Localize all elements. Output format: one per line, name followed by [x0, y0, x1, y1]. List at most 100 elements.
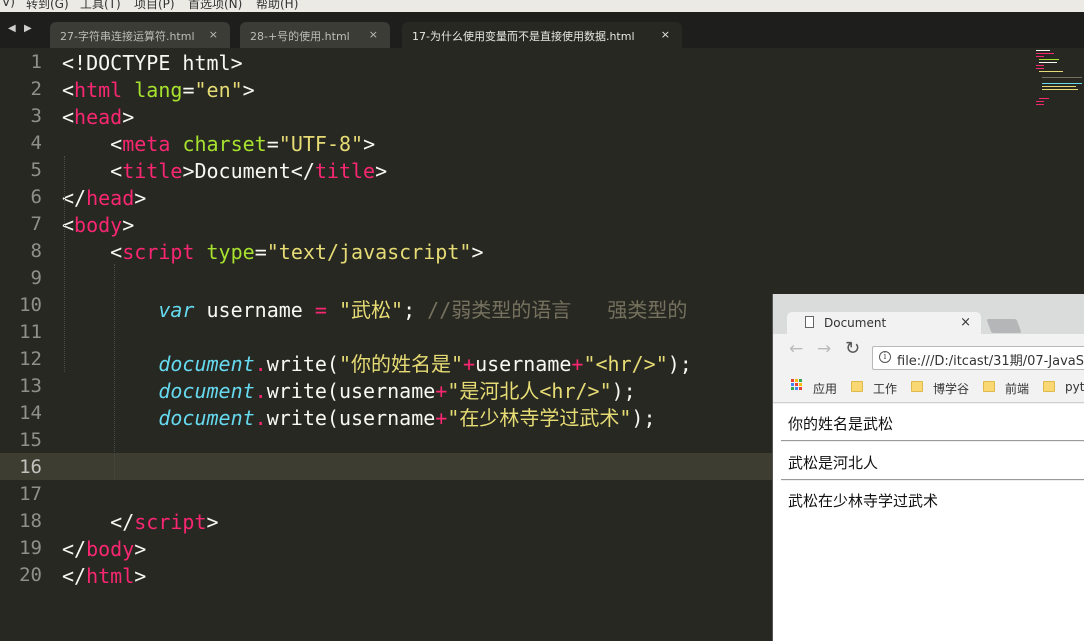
- line-number: 3: [30, 105, 42, 127]
- line-code: </body>: [62, 537, 146, 561]
- code-token: =: [266, 132, 279, 156]
- folder-icon: [911, 381, 923, 392]
- code-token: charset: [182, 132, 267, 156]
- code-token: >: [206, 510, 219, 534]
- code-line[interactable]: 8 <script type="text/javascript">: [0, 237, 1084, 264]
- close-icon[interactable]: ×: [209, 28, 218, 41]
- code-token: >: [134, 537, 147, 561]
- horizontal-rule: [781, 479, 1084, 481]
- code-token: >: [134, 564, 147, 588]
- line-code: </script>: [62, 510, 219, 534]
- bookmark-apps[interactable]: 应用: [813, 380, 837, 397]
- browser-tab-strip: Document ×: [773, 294, 1084, 334]
- code-line[interactable]: 6 </head>: [0, 183, 1084, 210]
- code-token: >: [122, 105, 135, 129]
- document-icon: [805, 316, 814, 328]
- back-arrow-icon[interactable]: ←: [789, 339, 803, 359]
- code-token: html: [74, 78, 123, 102]
- code-token: body: [86, 537, 135, 561]
- code-token: type: [206, 240, 255, 264]
- line-number: 15: [19, 429, 42, 451]
- bookmark-python[interactable]: pyt: [1065, 380, 1084, 394]
- code-token: >: [242, 78, 255, 102]
- output-line: 你的姓名是武松: [788, 415, 894, 433]
- line-number: 9: [30, 267, 42, 289]
- bookmark-boxuegu[interactable]: 博学谷: [933, 380, 969, 397]
- line-number: 13: [19, 375, 42, 397]
- code-line[interactable]: 7 <body>: [0, 210, 1084, 237]
- code-token: </: [62, 564, 87, 588]
- menu-item-help[interactable]: 帮助(H): [256, 0, 298, 12]
- folder-icon: [851, 381, 863, 392]
- code-line[interactable]: 5 <title>Document</title>: [0, 156, 1084, 183]
- tab-plus-usage[interactable]: 28-+号的使用.html ×: [240, 22, 390, 48]
- code-token: =: [182, 78, 195, 102]
- line-number: 10: [19, 294, 42, 316]
- line-code: <meta charset="UTF-8">: [62, 132, 375, 156]
- apps-grid-icon: [791, 379, 803, 391]
- tab-string-concat[interactable]: 27-字符串连接运算符.html ×: [50, 22, 230, 48]
- tab-next-icon[interactable]: ▶: [24, 23, 32, 34]
- output-line: 武松是河北人: [788, 454, 879, 472]
- close-icon[interactable]: ×: [661, 28, 670, 41]
- line-number: 7: [30, 213, 42, 235]
- bookmark-frontend[interactable]: 前端: [1005, 380, 1029, 397]
- tab-label: 28-+号的使用.html: [250, 30, 350, 43]
- code-line[interactable]: 9: [0, 264, 1084, 291]
- address-url: file:///D:/itcast/31期/07-JavaScript: [897, 354, 1084, 369]
- line-code: <!DOCTYPE html>: [62, 51, 243, 75]
- indent-guide: [64, 156, 65, 372]
- output-line: 武松在少林寺学过武术: [788, 492, 939, 510]
- address-bar[interactable]: i file:///D:/itcast/31期/07-JavaScript: [872, 346, 1084, 370]
- code-token: title: [314, 159, 376, 183]
- line-number: 8: [30, 240, 42, 262]
- code-line[interactable]: 4 <meta charset="UTF-8">: [0, 129, 1084, 156]
- forward-arrow-icon[interactable]: →: [817, 339, 831, 359]
- line-number: 11: [19, 321, 42, 343]
- indent-guide: [114, 264, 115, 480]
- minimap[interactable]: [1034, 48, 1084, 108]
- reload-icon[interactable]: ↻: [845, 338, 860, 359]
- line-code: <html lang="en">: [62, 78, 255, 102]
- code-token: <: [62, 105, 75, 129]
- close-icon[interactable]: ×: [960, 315, 971, 330]
- close-icon[interactable]: ×: [369, 28, 378, 41]
- folder-icon: [1043, 381, 1055, 392]
- line-number: 19: [19, 537, 42, 559]
- info-icon[interactable]: i: [879, 351, 891, 363]
- code-token: html: [86, 564, 135, 588]
- menu-item-project[interactable]: 项目(P): [134, 0, 175, 12]
- code-token: title: [122, 159, 183, 183]
- code-line[interactable]: 2 <html lang="en">: [0, 75, 1084, 102]
- tab-bar: ◀ ▶ 27-字符串连接运算符.html × 28-+号的使用.html × 1…: [0, 12, 1084, 48]
- code-token: >: [363, 132, 376, 156]
- menu-item-tools[interactable]: 工具(T): [80, 0, 121, 12]
- line-number: 20: [19, 564, 42, 586]
- code-line[interactable]: 3 <head>: [0, 102, 1084, 129]
- code-token: script: [122, 240, 195, 264]
- code-token: >Document</: [182, 159, 315, 183]
- tab-label: 27-字符串连接运算符.html: [60, 30, 195, 43]
- menu-item-goto[interactable]: 转到(G): [26, 0, 69, 12]
- code-token: <!DOCTYPE html>: [62, 51, 243, 75]
- menu-item-preferences[interactable]: 首选项(N): [188, 0, 242, 12]
- folder-icon: [983, 381, 995, 392]
- horizontal-rule: [781, 440, 1084, 442]
- line-code: <body>: [62, 213, 134, 237]
- tab-prev-icon[interactable]: ◀: [8, 23, 16, 34]
- browser-tab-document[interactable]: Document ×: [787, 312, 981, 334]
- code-token: </: [62, 186, 87, 210]
- code-token: head: [86, 186, 135, 210]
- menu-item-view[interactable]: V): [2, 0, 15, 9]
- new-tab-button[interactable]: [986, 319, 1022, 333]
- code-line[interactable]: 1 <!DOCTYPE html>: [0, 48, 1084, 75]
- code-token: <: [62, 240, 123, 264]
- code-token: >: [375, 159, 388, 183]
- line-code: <title>Document</title>: [62, 159, 387, 183]
- bookmark-work[interactable]: 工作: [873, 380, 897, 397]
- code-token: >: [122, 213, 135, 237]
- tab-variables-active[interactable]: 17-为什么使用变量而不是直接使用数据.html ×: [402, 22, 682, 48]
